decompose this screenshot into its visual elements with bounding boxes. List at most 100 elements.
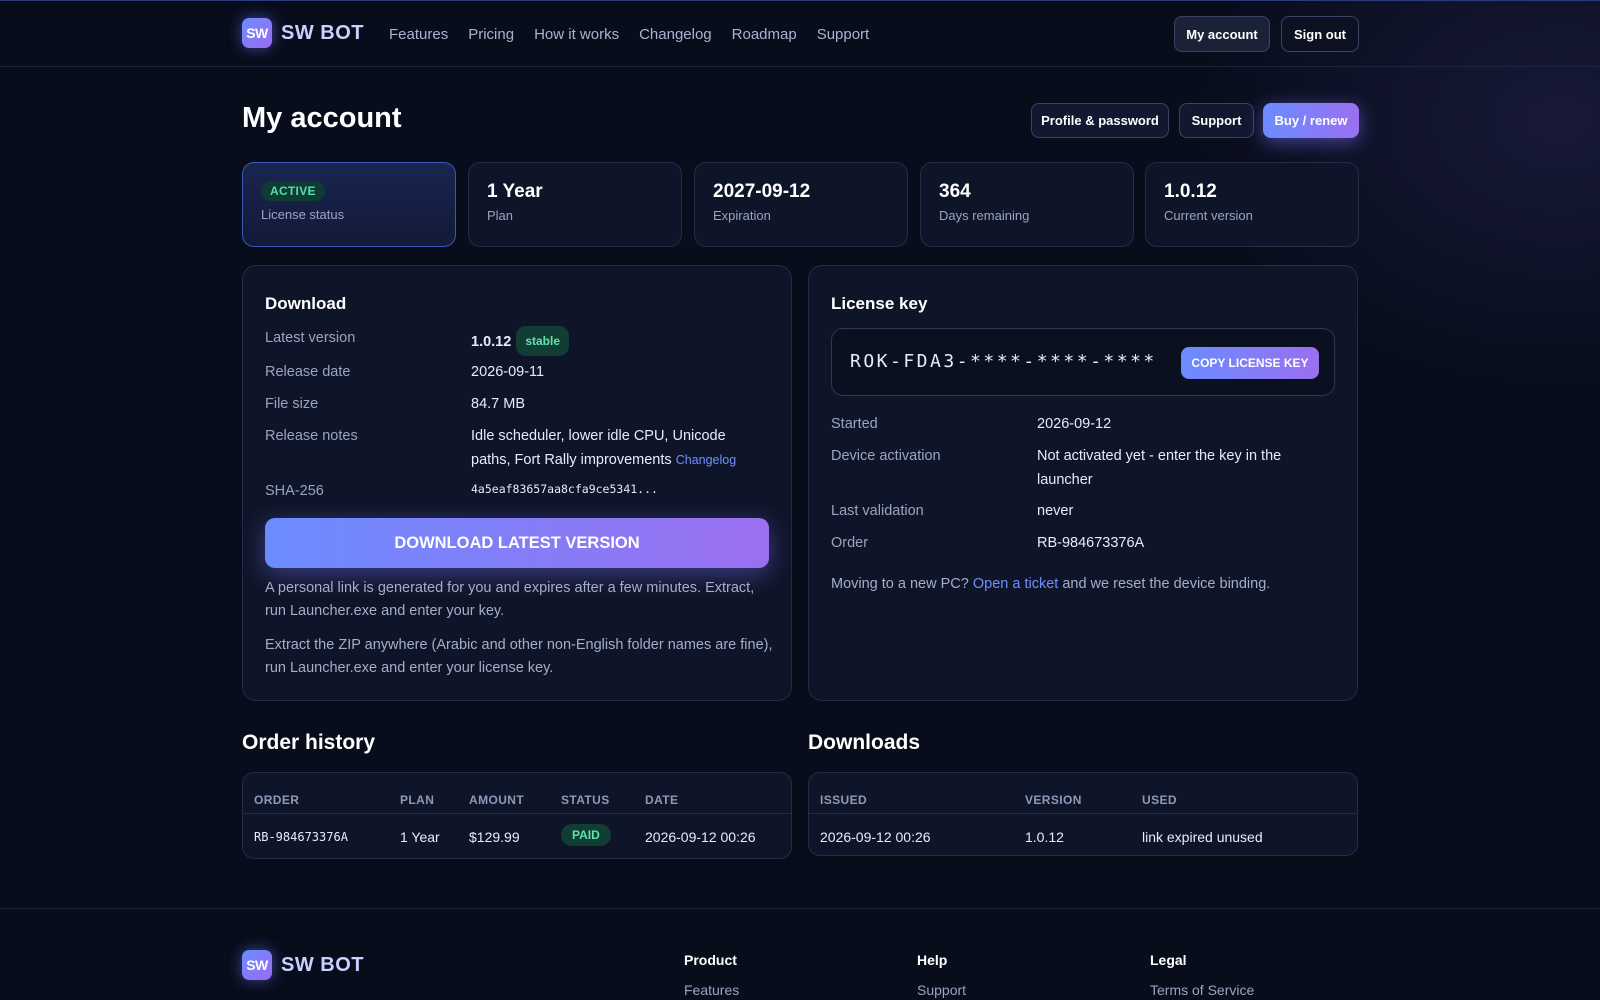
current-version-value: 1.0.12 (1164, 181, 1217, 202)
footer-help-title: Help (917, 952, 948, 968)
nav-roadmap[interactable]: Roadmap (732, 26, 797, 43)
nav-changelog[interactable]: Changelog (639, 26, 712, 43)
table-header-divider (243, 813, 791, 814)
footer-divider (0, 908, 1600, 909)
col-version: VERSION (1025, 793, 1082, 807)
paid-badge: PAID (561, 824, 611, 846)
current-version-label: Current version (1164, 208, 1253, 223)
release-date-label: Release date (265, 364, 351, 380)
support-button[interactable]: Support (1179, 103, 1254, 138)
brand-home-link[interactable]: SW SW BOT (242, 18, 364, 48)
footer-product-title: Product (684, 952, 737, 968)
download-panel: Download Latest version 1.0.12 stable Rel… (242, 265, 792, 701)
order-amount-cell: $129.99 (469, 829, 520, 845)
latest-version-value: 1.0.12 stable (471, 326, 570, 356)
download-note-extract: Extract the ZIP anywhere (Arabic and oth… (265, 637, 773, 676)
footer-brand-name: SW BOT (281, 953, 364, 976)
expiration-value: 2027-09-12 (713, 181, 811, 202)
plan-label: Plan (487, 208, 514, 223)
days-remaining-card: 364 Days remaining (920, 162, 1134, 247)
file-size-label: File size (265, 396, 319, 412)
changelog-link[interactable]: Changelog (676, 453, 736, 467)
device-activation-value: Not activated yet - enter the key in the… (1037, 448, 1282, 488)
brand-name: SW BOT (281, 21, 364, 44)
move-pc-text: Moving to a new PC? (831, 576, 969, 592)
order-history-table: ORDER PLAN AMOUNT STATUS DATE RB-9846733… (242, 772, 792, 859)
col-order: ORDER (254, 793, 300, 807)
plan-value: 1 Year (487, 181, 543, 202)
downloads-table: ISSUED VERSION USED 2026-09-12 00:26 1.0… (808, 772, 1358, 856)
footer-logo-icon: SW (242, 950, 272, 980)
page-title: My account (242, 102, 402, 134)
col-used: USED (1142, 793, 1177, 807)
issued-cell: 2026-09-12 00:26 (820, 829, 931, 845)
latest-version-number: 1.0.12 (471, 334, 512, 350)
copy-license-key-button[interactable]: COPY LICENSE KEY (1181, 347, 1319, 379)
release-notes-label: Release notes (265, 428, 358, 444)
brand-logo-icon: SW (242, 18, 272, 48)
file-size-value: 84.7 MB (471, 396, 525, 412)
plan-card: 1 Year Plan (468, 162, 682, 247)
release-notes-value: Idle scheduler, lower idle CPU, Unicode … (471, 424, 761, 472)
col-amount: AMOUNT (469, 793, 525, 807)
order-status-cell: PAID (561, 824, 611, 846)
stable-badge: stable (516, 326, 570, 356)
license-key-box: ROK-FDA3-****-****-**** COPY LICENSE KEY (831, 328, 1335, 396)
current-version-card: 1.0.12 Current version (1145, 162, 1359, 247)
days-remaining-value: 364 (939, 181, 971, 202)
order-plan-cell: 1 Year (400, 829, 440, 845)
sha-label: SHA-256 (265, 483, 324, 499)
order-history-title: Order history (242, 731, 376, 754)
order-date-cell: 2026-09-12 00:26 (645, 829, 756, 845)
downloads-title: Downloads (808, 731, 921, 754)
last-validation-value: never (1037, 503, 1074, 519)
license-key-text: ROK-FDA3-****-****-**** (850, 351, 1157, 372)
footer-brand[interactable]: SW SW BOT (242, 950, 364, 980)
status-badge: ACTIVE (261, 181, 325, 201)
last-validation-label: Last validation (831, 503, 924, 519)
days-remaining-label: Days remaining (939, 208, 1030, 223)
my-account-button[interactable]: My account (1174, 16, 1270, 52)
nav-how-it-works[interactable]: How it works (534, 26, 619, 43)
nav-support[interactable]: Support (817, 26, 870, 43)
nav-features[interactable]: Features (389, 26, 448, 43)
footer-features-link[interactable]: Features (684, 982, 739, 998)
device-activation-label: Device activation (831, 448, 941, 464)
started-value: 2026-09-12 (1037, 416, 1112, 432)
version-cell: 1.0.12 (1025, 829, 1064, 845)
license-status-label: License status (261, 207, 345, 222)
download-title: Download (265, 294, 347, 313)
expiration-label: Expiration (713, 208, 771, 223)
order-label: Order (831, 535, 869, 551)
main-nav: Features Pricing How it works Changelog … (389, 26, 889, 43)
nav-pricing[interactable]: Pricing (468, 26, 514, 43)
profile-password-button[interactable]: Profile & password (1031, 103, 1169, 138)
license-title: License key (831, 294, 928, 313)
license-status-card: ACTIVE License status (242, 162, 456, 247)
top-header: SW SW BOT Features Pricing How it works … (0, 1, 1600, 67)
footer-support-link[interactable]: Support (917, 982, 966, 998)
col-plan: PLAN (400, 793, 435, 807)
used-cell: link expired unused (1142, 829, 1263, 845)
footer-legal-title: Legal (1150, 952, 1187, 968)
move-pc-note: Moving to a new PC? Open a ticket and we… (831, 573, 1341, 596)
download-latest-button[interactable]: DOWNLOAD LATEST VERSION (265, 518, 769, 568)
background-glow (0, 0, 1600, 1000)
sign-out-button[interactable]: Sign out (1281, 16, 1359, 52)
open-ticket-link[interactable]: Open a ticket (973, 576, 1058, 592)
order-value: RB-984673376A (1037, 535, 1145, 551)
latest-version-label: Latest version (265, 330, 356, 346)
move-pc-suffix: and we reset the device binding. (1062, 576, 1271, 592)
download-note-link: A personal link is generated for you and… (265, 580, 755, 619)
release-date-value: 2026-09-11 (471, 364, 545, 380)
sha-value: 4a5eaf83657aa8cfa9ce5341... (471, 482, 658, 496)
col-issued: ISSUED (820, 793, 868, 807)
buy-renew-button[interactable]: Buy / renew (1263, 103, 1359, 138)
started-label: Started (831, 416, 878, 432)
table-header-divider (809, 813, 1357, 814)
col-status: STATUS (561, 793, 610, 807)
col-date: DATE (645, 793, 679, 807)
order-id-cell: RB-984673376A (254, 830, 348, 844)
footer-terms-link[interactable]: Terms of Service (1150, 982, 1254, 998)
expiration-card: 2027-09-12 Expiration (694, 162, 908, 247)
